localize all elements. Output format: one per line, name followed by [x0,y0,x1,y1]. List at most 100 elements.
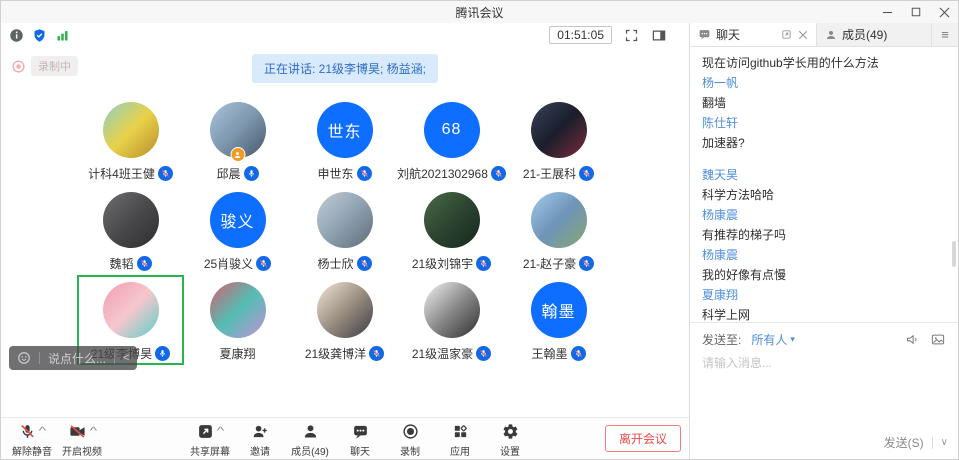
toolbar-record-button[interactable]: 录制 [385,420,435,458]
divider [932,437,933,449]
send-to-selector[interactable]: 所有人▾ [751,331,795,348]
toolbar-left-group: ^解除静音^开启视频 [7,420,107,458]
chat-message-text: 现在访问github学长用的什么方法 [702,55,946,71]
bottom-toolbar: ^解除静音^开启视频 ^共享屏幕邀请成员(49)聊天录制应用设置 离开会议 [1,417,689,459]
divider [39,352,40,364]
chevron-up-icon[interactable]: ^ [217,426,225,437]
maximize-button[interactable] [911,7,921,17]
minimize-button[interactable] [882,7,893,18]
close-button[interactable] [939,7,950,18]
mic-on-icon [244,166,259,181]
avatar: 68 [424,102,480,158]
mic-off-icon [19,423,36,440]
host-badge-icon [230,147,245,162]
window-controls [882,1,950,23]
send-button[interactable]: 发送(S) ∨ [884,434,948,451]
participant-name: 21-赵子豪 [523,255,576,272]
share-screen-icon [197,423,214,440]
collapse-bubble-button[interactable]: < [123,352,129,364]
chevron-up-icon[interactable]: ^ [90,426,98,437]
chat-bubble-icon [698,28,711,41]
recording-indicator: 录制中 [11,56,78,76]
participant-tile[interactable]: 21级刘锦宇 [398,185,505,275]
toolbar-item-label: 开启视频 [62,443,102,458]
member-person-icon [825,29,837,41]
toolbar-members-button[interactable]: 成员(49) [285,420,335,458]
send-image-icon[interactable] [930,332,946,347]
popout-panel-icon[interactable] [781,29,792,40]
tab-members[interactable]: 成员(49) [817,23,931,46]
participant-tile[interactable]: 21-王展科 [505,95,612,185]
participant-tile[interactable]: 21级温家豪 [398,275,505,365]
participant-name: 21级龚博洋 [305,345,366,362]
close-panel-icon[interactable] [798,30,808,40]
chat-sender-name: 杨一帆 [702,75,946,91]
toolbar-invite-button[interactable]: 邀请 [235,420,285,458]
participant-tile[interactable]: 21-赵子豪 [505,185,612,275]
chat-input[interactable] [690,348,958,400]
chat-sender-name: 魏天昊 [702,167,946,183]
mic-muted-icon [579,256,594,271]
avatar: 世东 [317,102,373,158]
participant-name: 夏康翔 [219,345,255,362]
tab-chat[interactable]: 聊天 [690,23,817,46]
participant-tile[interactable]: 魏韬 [77,185,184,275]
participant-tile[interactable]: 21级龚博洋 [291,275,398,365]
participant-tile[interactable]: 邱晨 [184,95,291,185]
invite-icon [251,423,269,440]
toolbar-chat-button[interactable]: 聊天 [335,420,385,458]
security-shield-icon[interactable] [32,28,47,43]
toolbar-apps-button[interactable]: 应用 [435,420,485,458]
avatar-initials: 骏义 [220,208,254,232]
window-title: 腾讯会议 [455,4,503,21]
tab-chat-label: 聊天 [716,26,740,43]
mic-muted-icon [476,256,491,271]
avatar [210,102,266,158]
chat-message-text: 有推荐的梯子吗 [702,227,946,243]
chat-sender-name: 杨康震 [702,207,946,223]
avatar-initials: 68 [442,121,462,139]
network-signal-icon[interactable] [55,28,70,43]
participant-tile[interactable]: 计科4班王健 [77,95,184,185]
tab-members-label: 成员(49) [842,26,887,43]
participant-tile[interactable]: 世东申世东 [291,95,398,185]
toolbar-item-label: 邀请 [250,443,270,458]
meeting-info-icon[interactable] [9,28,24,43]
participant-name: 邱晨 [216,165,240,182]
sound-notification-icon[interactable] [905,332,920,347]
chat-scrollbar[interactable] [952,241,956,267]
mic-muted-icon [476,346,491,361]
participant-name: 杨士欣 [317,255,353,272]
sidebar-menu-button[interactable]: ≡ [931,23,958,46]
mic-muted-icon [571,346,586,361]
leave-meeting-button[interactable]: 离开会议 [605,425,681,452]
chat-compose-area: 发送至: 所有人▾ 发送(S) ∨ [690,322,958,459]
participant-name: 21-王展科 [523,165,576,182]
avatar [103,192,159,248]
participant-tile[interactable]: 骏义25肖骏义 [184,185,291,275]
toolbar-start-video-button[interactable]: ^ 开启视频 [57,420,107,458]
chevron-up-icon[interactable]: ^ [39,426,47,437]
toolbar-share-screen-button[interactable]: ^共享屏幕 [185,420,235,458]
record-icon [402,423,419,440]
fullscreen-button[interactable] [624,28,639,43]
participant-tile[interactable]: 68刘航2021302968 [398,95,505,185]
toolbar-unmute-button[interactable]: ^解除静音 [7,420,57,458]
participant-tile[interactable]: 翰墨王翰墨 [505,275,612,365]
avatar [317,282,373,338]
avatar-initials: 翰墨 [541,298,575,322]
members-icon [302,423,319,440]
emoji-icon[interactable] [17,351,31,365]
quick-chat-input[interactable]: 说点什么... [48,350,106,367]
participant-tile[interactable]: 杨士欣 [291,185,398,275]
toolbar-item-label: 聊天 [350,443,370,458]
mic-muted-icon [491,166,506,181]
avatar [210,282,266,338]
toolbar-settings-button[interactable]: 设置 [485,420,535,458]
chat-sender-name: 夏康翔 [702,287,946,303]
layout-toggle-button[interactable] [651,28,667,43]
divider [114,352,115,364]
send-options-chevron-icon: ∨ [941,437,948,448]
participant-tile[interactable]: 夏康翔 [184,275,291,365]
camera-off-icon [68,423,87,440]
